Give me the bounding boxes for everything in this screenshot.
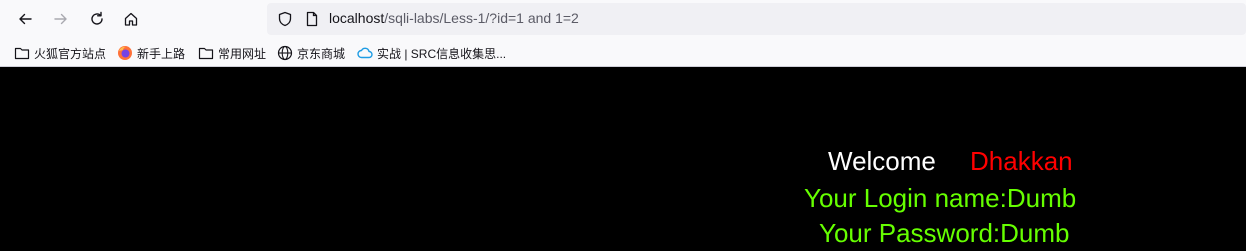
folder-icon bbox=[14, 47, 30, 60]
page-content: Welcome Dhakkan Your Login name:Dumb You… bbox=[0, 68, 1246, 251]
home-icon bbox=[124, 12, 138, 26]
address-bar[interactable]: localhost/sqli-labs/Less-1/?id=1 and 1=2 bbox=[267, 3, 1246, 35]
forward-button[interactable] bbox=[47, 5, 75, 33]
bookmark-item[interactable]: 实战 | SRC信息收集思... bbox=[357, 44, 506, 62]
back-arrow-icon bbox=[19, 13, 32, 25]
bookmark-label: 火狐官方站点 bbox=[34, 46, 107, 61]
reload-icon bbox=[91, 11, 103, 25]
url-host: localhost bbox=[329, 10, 385, 26]
firefox-icon bbox=[118, 46, 132, 60]
url-path: /sqli-labs/Less-1/?id=1 and 1=2 bbox=[384, 10, 579, 26]
bookmark-label: 京东商城 bbox=[297, 46, 346, 61]
password-text: Your Password:Dumb bbox=[819, 218, 1070, 248]
reload-button[interactable] bbox=[83, 5, 111, 33]
bookmark-label: 常用网址 bbox=[218, 46, 267, 61]
login-name-text: Your Login name:Dumb bbox=[804, 183, 1077, 213]
welcome-text: Welcome bbox=[828, 146, 936, 176]
home-button[interactable] bbox=[117, 5, 145, 33]
bookmark-item[interactable]: 京东商城 bbox=[277, 44, 345, 62]
bookmark-label: 新手上路 bbox=[137, 46, 186, 61]
page-icon[interactable] bbox=[304, 11, 320, 27]
folder-icon bbox=[198, 47, 214, 60]
bookmark-label: 实战 | SRC信息收集思... bbox=[377, 46, 507, 61]
browser-toolbar: localhost/sqli-labs/Less-1/?id=1 and 1=2 bbox=[0, 0, 1246, 38]
username-text: Dhakkan bbox=[970, 146, 1073, 176]
bookmark-item[interactable]: 新手上路 bbox=[117, 44, 185, 62]
back-button[interactable] bbox=[11, 5, 39, 33]
bookmarks-toolbar: 火狐官方站点 新手上路 常用网址 京东商城 实战 | SRC信息收集思... bbox=[0, 38, 1246, 67]
bookmark-item[interactable]: 常用网址 bbox=[198, 44, 266, 62]
url-text[interactable]: localhost/sqli-labs/Less-1/?id=1 and 1=2 bbox=[329, 10, 579, 26]
globe-icon bbox=[277, 45, 293, 61]
cloud-icon bbox=[357, 47, 373, 59]
forward-arrow-icon bbox=[54, 13, 67, 25]
shield-icon[interactable] bbox=[277, 11, 293, 27]
bookmark-item[interactable]: 火狐官方站点 bbox=[14, 44, 106, 62]
